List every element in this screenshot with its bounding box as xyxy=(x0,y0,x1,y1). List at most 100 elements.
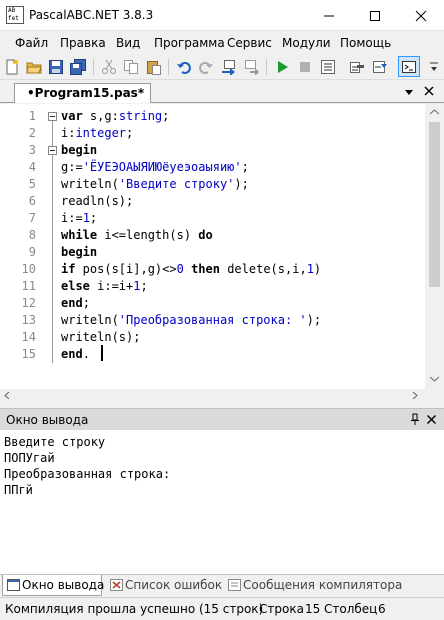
code-keyword: while xyxy=(61,228,98,242)
code-text: delete(s,i, xyxy=(219,262,307,276)
menu-view[interactable]: Вид xyxy=(116,36,140,50)
output-close-button[interactable] xyxy=(426,414,437,428)
stop-icon[interactable] xyxy=(296,58,314,76)
line-number: 2 xyxy=(28,126,36,140)
menu-modules[interactable]: Модули xyxy=(282,36,331,50)
pin-icon[interactable] xyxy=(410,413,420,429)
line-number: 5 xyxy=(28,177,36,191)
scrollbar-thumb[interactable] xyxy=(429,122,440,287)
line-number: 3 xyxy=(28,143,36,157)
code-literal: 'Введите строку' xyxy=(118,177,235,191)
tab-error-list-label: Список ошибок xyxy=(125,578,223,592)
scroll-up-icon[interactable] xyxy=(430,109,439,115)
code-text: ; xyxy=(82,296,90,310)
code-keyword: begin xyxy=(61,143,98,157)
save-icon[interactable] xyxy=(47,58,65,76)
close-icon xyxy=(424,86,434,96)
code-line[interactable]: writeln('Введите строку'); xyxy=(61,176,249,193)
step-over-icon[interactable] xyxy=(242,58,260,76)
status-message: Компиляция прошла успешно (15 строк) xyxy=(5,602,264,616)
tab-compiler-messages[interactable]: Сообщения компилятора xyxy=(224,575,402,596)
code-line[interactable]: end. xyxy=(61,346,90,363)
code-line[interactable]: writeln(s); xyxy=(61,329,140,346)
code-line[interactable]: i:integer; xyxy=(61,125,133,142)
line-number: 14 xyxy=(21,330,36,344)
code-text: i:= xyxy=(61,211,83,225)
overflow-icon[interactable] xyxy=(427,58,441,76)
scroll-right-icon[interactable] xyxy=(412,392,418,399)
code-line[interactable]: writeln('Преобразованная строка: '); xyxy=(61,312,321,329)
fold-toggle-icon[interactable] xyxy=(48,146,57,155)
editor-vertical-scrollbar[interactable] xyxy=(425,104,444,389)
code-literal: 1 xyxy=(306,262,314,276)
status-bar: Компиляция прошла успешно (15 строк) Стр… xyxy=(0,597,444,620)
code-line[interactable]: else i:=i+1; xyxy=(61,278,148,295)
toolbar-separator xyxy=(266,59,267,75)
code-type: integer xyxy=(75,126,127,140)
code-keyword: end xyxy=(61,347,83,361)
code-editor[interactable]: 1 2 3 4 5 6 7 8 9 10 11 12 13 14 15 var … xyxy=(0,104,444,401)
maximize-button[interactable] xyxy=(352,0,398,31)
new-file-icon[interactable] xyxy=(3,58,21,76)
code-text: i: xyxy=(61,126,76,140)
code-keyword: end xyxy=(61,296,83,310)
menu-edit[interactable]: Правка xyxy=(60,36,106,50)
toolbar xyxy=(0,55,444,80)
code-text: ) xyxy=(313,262,322,276)
close-window-button[interactable] xyxy=(398,0,444,31)
cut-icon[interactable] xyxy=(100,58,118,76)
tab-output-window-label: Окно вывода xyxy=(22,578,105,592)
run-icon[interactable] xyxy=(273,58,291,76)
line-number: 10 xyxy=(21,262,36,276)
code-line[interactable]: g:='ЁУЕЭОАЫЯИЮёуеэоаыяию'; xyxy=(61,159,249,176)
tab-output-window[interactable]: Окно вывода xyxy=(2,575,105,596)
compile-icon[interactable] xyxy=(319,58,337,76)
menu-program[interactable]: Программа xyxy=(154,36,225,50)
save-all-icon[interactable] xyxy=(69,58,87,76)
code-line[interactable]: while i<=length(s) do xyxy=(61,227,213,244)
output-window-icon[interactable] xyxy=(398,56,420,77)
menu-file[interactable]: Файл xyxy=(15,36,48,50)
tab-error-list[interactable]: Список ошибок xyxy=(106,575,223,596)
format-icon[interactable] xyxy=(348,58,366,76)
tab-list-button[interactable] xyxy=(404,86,414,100)
paste-icon[interactable] xyxy=(145,58,163,76)
compile-all-icon[interactable] xyxy=(371,58,389,76)
code-line[interactable]: end; xyxy=(61,295,90,312)
code-line[interactable]: begin xyxy=(61,244,97,261)
window-title: PascalABC.NET 3.8.3 xyxy=(29,8,154,22)
output-panel-header: Окно вывода xyxy=(0,408,444,430)
open-file-icon[interactable] xyxy=(25,58,43,76)
text-caret xyxy=(101,345,103,361)
minimize-button[interactable] xyxy=(306,0,352,31)
output-text-area[interactable]: Введите строку ПОПУгай Преобразованная с… xyxy=(0,430,444,574)
redo-icon[interactable] xyxy=(197,58,215,76)
menu-service[interactable]: Сервис xyxy=(227,36,272,50)
code-text: writeln(s); xyxy=(61,330,141,344)
status-column-label: Столбец xyxy=(324,602,378,616)
bottom-panel-tabs: Окно вывода Список ошибок Сообщения комп… xyxy=(0,574,444,596)
undo-icon[interactable] xyxy=(175,58,193,76)
code-line[interactable]: begin xyxy=(61,142,97,159)
editor-horizontal-scrollbar[interactable] xyxy=(0,389,444,401)
tab-program15[interactable]: •Program15.pas* xyxy=(14,83,152,103)
scroll-left-icon[interactable] xyxy=(4,392,10,399)
close-tab-button[interactable] xyxy=(423,85,435,100)
line-number: 11 xyxy=(21,279,36,293)
fold-toggle-icon[interactable] xyxy=(48,112,57,121)
code-keyword: then xyxy=(191,262,220,276)
code-line[interactable]: i:=1; xyxy=(61,210,97,227)
code-literal: 'ЁУЕЭОАЫЯИЮёуеэоаыяию' xyxy=(82,160,242,174)
code-line[interactable]: if pos(s[i],g)<>0 then delete(s,i,1) xyxy=(61,261,321,278)
status-line-label: Строка xyxy=(259,602,304,616)
line-number-gutter: 1 2 3 4 5 6 7 8 9 10 11 12 13 14 15 xyxy=(0,104,46,389)
editor-tab-strip: •Program15.pas* xyxy=(0,81,444,103)
step-icon[interactable] xyxy=(220,58,238,76)
code-line[interactable]: readln(s); xyxy=(61,193,133,210)
code-keyword: begin xyxy=(61,245,98,259)
copy-icon[interactable] xyxy=(122,58,140,76)
code-line[interactable]: var s,g:string; xyxy=(61,108,169,125)
scroll-down-icon[interactable] xyxy=(430,376,439,382)
menu-help[interactable]: Помощь xyxy=(340,36,391,50)
